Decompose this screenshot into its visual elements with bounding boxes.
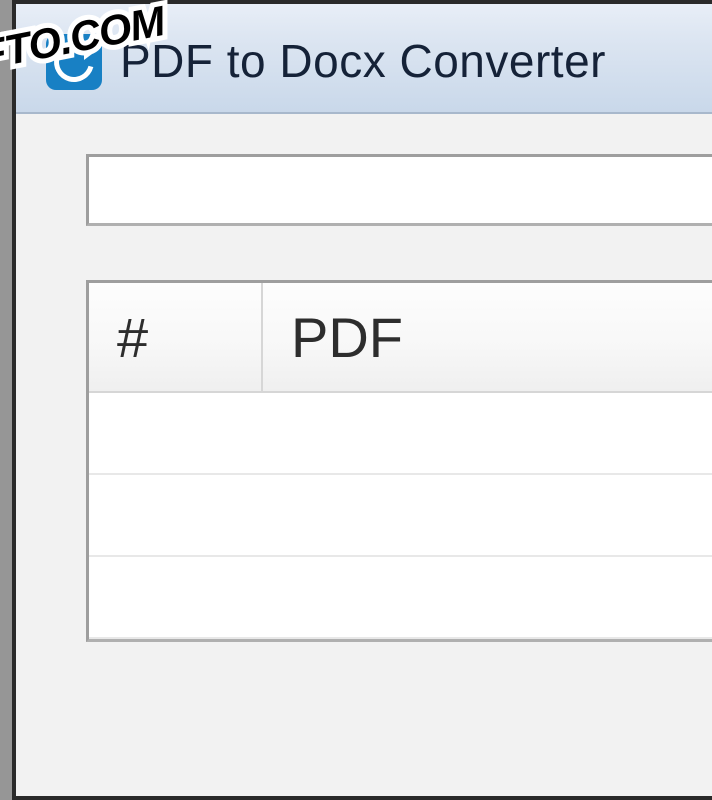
- window-title: PDF to Docx Converter: [120, 34, 606, 88]
- titlebar[interactable]: PDF to Docx Converter: [16, 4, 712, 114]
- file-table: # PDF: [86, 280, 712, 642]
- column-header-index[interactable]: #: [89, 283, 263, 391]
- app-icon: [46, 34, 102, 90]
- application-window: PDF to Docx Converter # PDF: [12, 0, 712, 800]
- client-area: # PDF: [16, 114, 712, 796]
- column-header-pdf[interactable]: PDF: [263, 283, 712, 391]
- path-input[interactable]: [86, 154, 712, 226]
- table-row[interactable]: [89, 393, 712, 475]
- table-header-row: # PDF: [89, 283, 712, 393]
- table-row[interactable]: [89, 475, 712, 557]
- table-row[interactable]: [89, 557, 712, 639]
- table-body: [89, 393, 712, 639]
